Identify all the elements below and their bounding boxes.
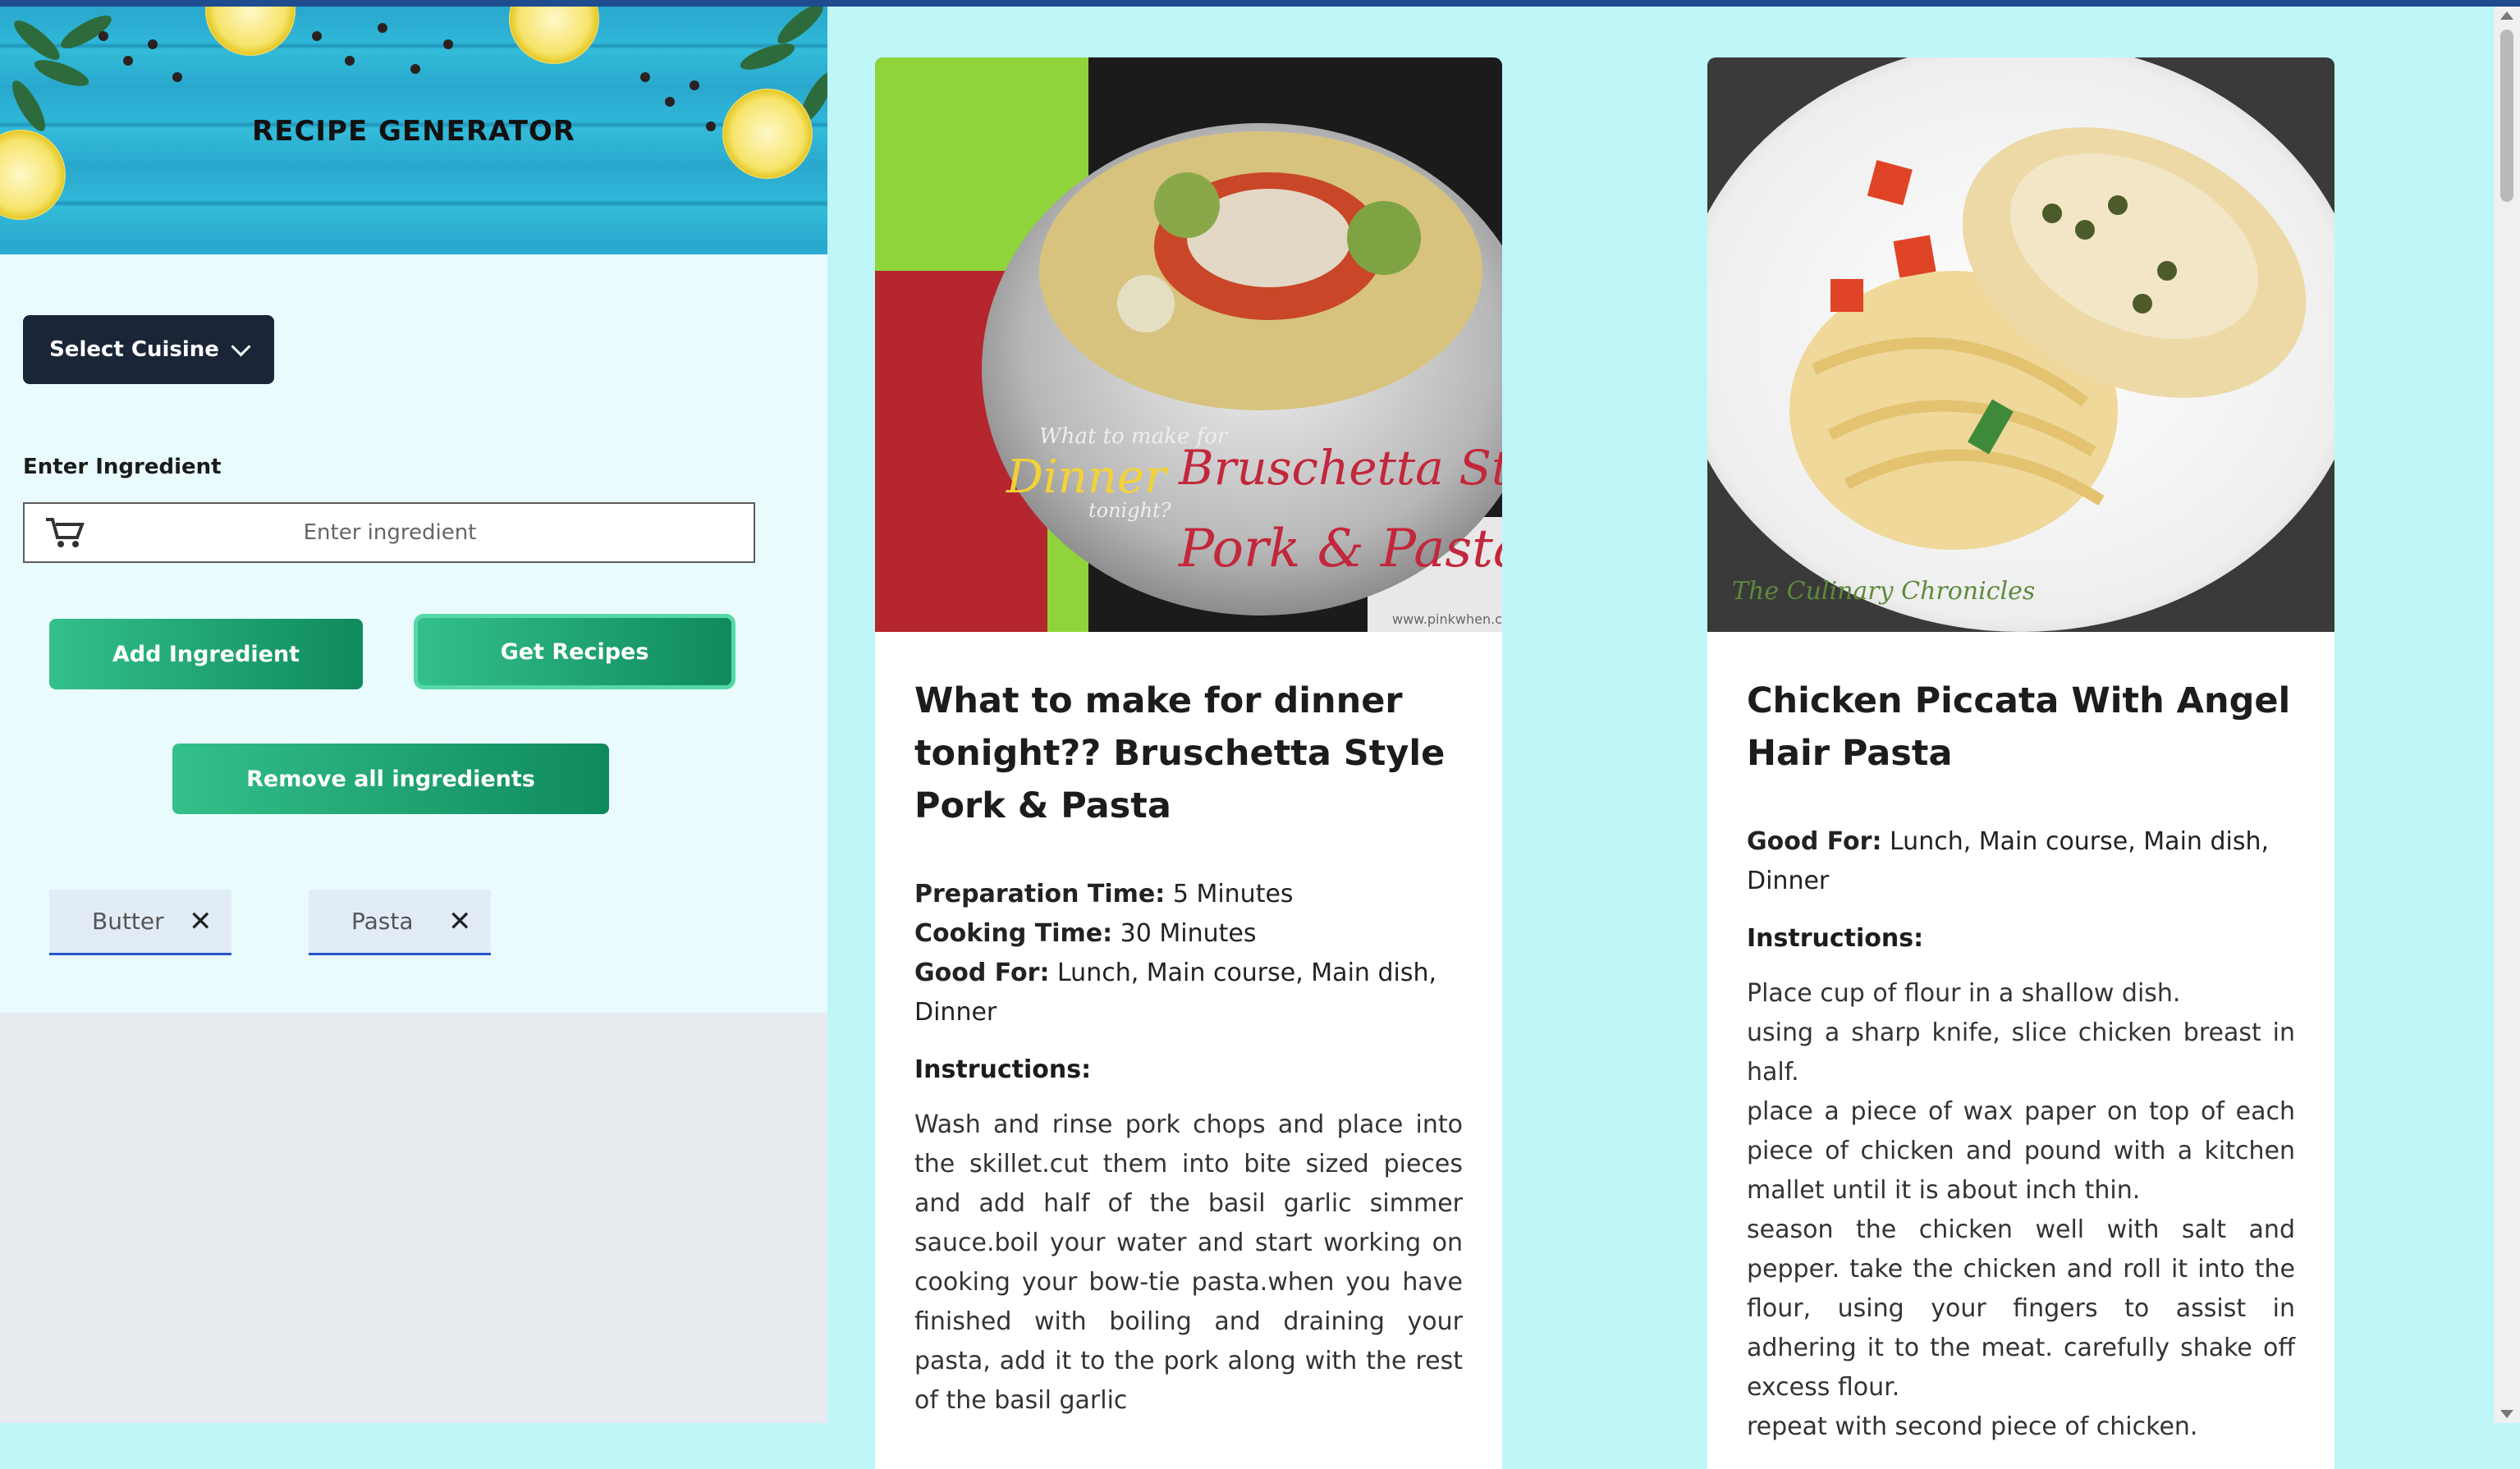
page-scrollbar[interactable] bbox=[2494, 7, 2520, 1423]
recipe-title: Chicken Piccata With Angel Hair Pasta bbox=[1747, 680, 2291, 774]
chip-label: Pasta bbox=[351, 908, 414, 935]
cook-time: Cooking Time: 30 Minutes bbox=[914, 919, 1257, 948]
remove-all-label: Remove all ingredients bbox=[246, 766, 535, 792]
remove-all-ingredients-button[interactable]: Remove all ingredients bbox=[172, 744, 609, 814]
image-caption: tonight? bbox=[1088, 499, 1171, 522]
image-caption: Pork & Pasta bbox=[1178, 519, 1502, 579]
chip-label: Butter bbox=[92, 908, 164, 935]
image-watermark: www.pinkwhen.com bbox=[1392, 611, 1502, 627]
select-cuisine-label: Select Cuisine bbox=[49, 337, 219, 362]
sidebar: RECIPE GENERATOR Select Cuisine Enter In… bbox=[0, 7, 827, 1423]
instruction-line: repeat with second piece of chicken. bbox=[1747, 1412, 2198, 1441]
close-icon[interactable]: ✕ bbox=[448, 905, 472, 938]
recipe-results: What to make for Dinner tonight? Brusche… bbox=[827, 7, 2494, 1469]
good-for: Good For: Lunch, Main course, Main dish,… bbox=[914, 959, 1437, 1027]
add-ingredient-button[interactable]: Add Ingredient bbox=[49, 619, 363, 689]
image-watermark: The Culinary Chronicles bbox=[1732, 577, 2035, 606]
recipe-title: What to make for dinner tonight?? Brusch… bbox=[914, 680, 1446, 826]
ingredient-chip-butter: Butter ✕ bbox=[49, 890, 231, 955]
header-banner: RECIPE GENERATOR bbox=[0, 7, 827, 254]
instructions-text: Wash and rinse pork chops and place into… bbox=[914, 1110, 1463, 1415]
ingredient-field[interactable] bbox=[23, 502, 755, 563]
add-ingredient-label: Add Ingredient bbox=[112, 641, 300, 667]
instruction-line: place a piece of wax paper on top of eac… bbox=[1747, 1097, 2295, 1205]
instructions-heading: Instructions: bbox=[1747, 924, 1924, 953]
ingredient-chip-pasta: Pasta ✕ bbox=[309, 890, 491, 955]
instruction-line: using a sharp knife, slice chicken breas… bbox=[1747, 1018, 2295, 1087]
recipe-card[interactable]: What to make for Dinner tonight? Brusche… bbox=[875, 57, 1502, 1469]
scroll-thumb[interactable] bbox=[2500, 30, 2513, 202]
image-caption: Bruschetta Style bbox=[1178, 440, 1502, 496]
recipe-image: The Culinary Chronicles bbox=[1707, 57, 2334, 632]
get-recipes-label: Get Recipes bbox=[500, 638, 649, 665]
scroll-up-icon[interactable] bbox=[2500, 11, 2513, 20]
get-recipes-button[interactable]: Get Recipes bbox=[414, 614, 735, 689]
select-cuisine-dropdown[interactable]: Select Cuisine bbox=[23, 315, 274, 384]
ingredient-label: Enter Ingredient bbox=[23, 455, 222, 479]
prep-time: Preparation Time: 5 Minutes bbox=[914, 880, 1294, 908]
scroll-down-icon[interactable] bbox=[2500, 1410, 2513, 1418]
instructions-heading: Instructions: bbox=[914, 1055, 1092, 1084]
app-title: RECIPE GENERATOR bbox=[252, 115, 575, 148]
instructions-text: Place cup of flour in a shallow dish. us… bbox=[1747, 974, 2295, 1447]
close-icon[interactable]: ✕ bbox=[189, 905, 213, 938]
sidebar-panel: RECIPE GENERATOR Select Cuisine Enter In… bbox=[0, 7, 827, 1013]
browser-top-bar bbox=[0, 0, 2520, 7]
chevron-down-icon bbox=[231, 336, 251, 357]
image-caption: Dinner bbox=[1006, 451, 1169, 504]
recipe-image: What to make for Dinner tonight? Brusche… bbox=[875, 57, 1502, 632]
ingredient-input[interactable] bbox=[92, 507, 688, 558]
recipe-card[interactable]: The Culinary Chronicles Chicken Piccata … bbox=[1707, 57, 2334, 1469]
cart-icon bbox=[46, 518, 85, 547]
good-for: Good For: Lunch, Main course, Main dish,… bbox=[1747, 827, 2270, 895]
instruction-line: season the chicken well with salt and pe… bbox=[1747, 1215, 2295, 1402]
instruction-line: Place cup of flour in a shallow dish. bbox=[1747, 979, 2181, 1008]
